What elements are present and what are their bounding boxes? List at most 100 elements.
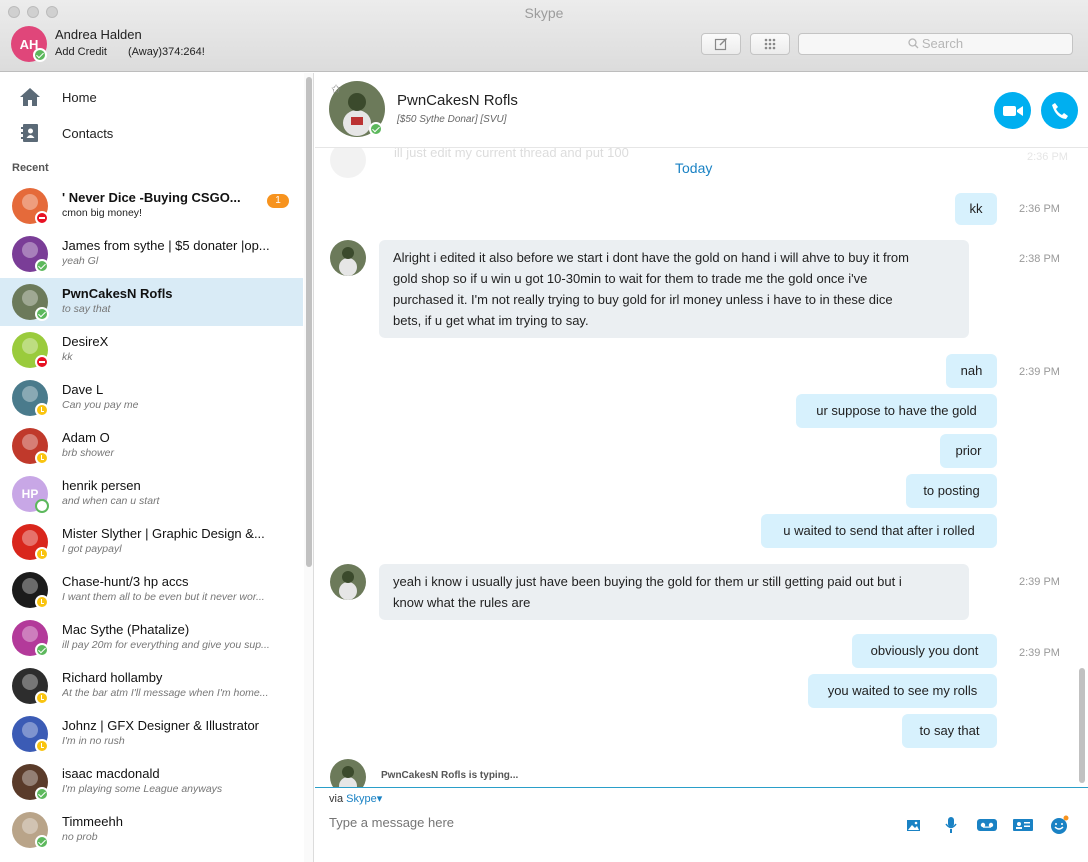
contact-list-item[interactable]: HP henrik persen and when can u start <box>0 470 303 518</box>
chevron-down-icon[interactable]: ▾ <box>377 793 383 805</box>
sent-message[interactable]: to posting <box>906 474 997 508</box>
sidebar-scrollbar[interactable] <box>304 73 313 862</box>
avatar-image <box>22 530 38 546</box>
contact-name: isaac macdonald <box>62 766 160 781</box>
contact-name: henrik persen <box>62 478 141 493</box>
contact-name: DesireX <box>62 334 109 349</box>
emoticons-button[interactable] <box>1048 814 1070 836</box>
avatar <box>330 148 366 178</box>
window-title: Skype <box>524 5 564 21</box>
sidebar-item-home[interactable]: Home <box>0 81 303 113</box>
contact-last-message: Can you pay me <box>62 399 139 411</box>
contact-last-message: to say that <box>62 303 111 315</box>
sender-avatar[interactable] <box>330 564 366 600</box>
contact-name: James from sythe | $5 donater |op... <box>62 238 270 253</box>
my-avatar[interactable]: AH <box>11 26 47 62</box>
favorite-star-icon[interactable]: ✩ <box>331 82 341 96</box>
contact-list-item[interactable]: Mac Sythe (Phatalize) ill pay 20m for eve… <box>0 614 303 662</box>
send-contacts-button[interactable] <box>1012 814 1034 836</box>
sidebar-item-contacts[interactable]: Contacts <box>0 117 303 149</box>
message-time: 2:39 PM <box>1019 576 1060 588</box>
contact-list-item[interactable]: Dave L Can you pay me <box>0 374 303 422</box>
contact-list-item[interactable]: ' Never Dice -Buying CSGO... cmon big mon… <box>0 182 303 230</box>
my-mood-message[interactable]: (Away)374:264! <box>128 46 205 58</box>
sent-message[interactable]: ur suppose to have the gold <box>796 394 997 428</box>
contact-name: Timmeehh <box>62 814 123 829</box>
recent-section-label: Recent <box>12 162 49 174</box>
avatar-image <box>22 674 38 690</box>
received-message[interactable]: yeah i know i usually just have been buy… <box>379 564 969 620</box>
message-line: gold shop so if u win u got 10-30min to … <box>393 271 868 286</box>
online-status-icon <box>35 259 49 273</box>
dial-pad-button[interactable] <box>750 33 790 55</box>
chat-scroll-thumb[interactable] <box>1079 668 1085 783</box>
contact-list-item[interactable]: Mister Slyther | Graphic Design &... I go… <box>0 518 303 566</box>
contact-name: Chase-hunt/3 hp accs <box>62 574 189 589</box>
sent-message[interactable]: u waited to send that after i rolled <box>761 514 997 548</box>
message-line: know what the rules are <box>393 595 531 610</box>
sidebar-scroll-thumb[interactable] <box>306 77 312 567</box>
contact-list-item[interactable]: Chase-hunt/3 hp accs I want them all to b… <box>0 566 303 614</box>
online-status-icon <box>35 307 49 321</box>
conversation-title[interactable]: PwnCakesN Rofls <box>397 92 518 109</box>
phone-icon <box>1051 102 1068 119</box>
sent-message[interactable]: kk <box>955 193 997 225</box>
image-share-icon <box>907 820 920 831</box>
send-via-selector[interactable]: via Skype▾ <box>329 792 382 805</box>
contact-name: Adam O <box>62 430 110 445</box>
message-time: 2:36 PM <box>1027 151 1068 163</box>
video-call-button[interactable] <box>994 92 1031 129</box>
contact-list-item[interactable]: Timmeehh no prob <box>0 806 303 854</box>
contact-name: PwnCakesN Rofls <box>62 286 173 301</box>
contact-list-item[interactable]: DesireX kk <box>0 326 303 374</box>
contact-list-item[interactable]: Adam O brb shower <box>0 422 303 470</box>
avatar-image <box>22 434 38 450</box>
contact-last-message: I want them all to be even but it never … <box>62 591 265 603</box>
away-status-icon <box>35 691 49 705</box>
add-credit-link[interactable]: Add Credit <box>55 46 107 58</box>
contact-name: ' Never Dice -Buying CSGO... <box>62 190 241 205</box>
avatar-image <box>22 386 38 402</box>
contact-list-item[interactable]: James from sythe | $5 donater |op... yeah… <box>0 230 303 278</box>
busy-status-icon <box>35 211 49 225</box>
via-skype-link[interactable]: Skype <box>346 793 377 805</box>
contact-list-item[interactable]: Johnz | GFX Designer & Illustrator I'm in… <box>0 710 303 758</box>
message-text: you waited to see my rolls <box>827 683 978 698</box>
voice-message-button[interactable] <box>940 814 962 836</box>
skype-window: Skype AH Andrea Halden Add Credit (Away)… <box>0 0 1088 862</box>
sent-message[interactable]: prior <box>940 434 997 468</box>
my-name[interactable]: Andrea Halden <box>55 27 142 42</box>
search-icon <box>908 38 919 49</box>
message-text: prior <box>955 443 982 458</box>
away-status-icon <box>35 547 49 561</box>
avatar-image <box>330 564 366 600</box>
message-text: ill just edit my current thread and put … <box>394 148 629 160</box>
new-conversation-button[interactable] <box>701 33 741 55</box>
contact-list-item[interactable]: PwnCakesN Rofls to say that <box>0 278 303 326</box>
message-time: 2:36 PM <box>1019 203 1060 215</box>
offline-status-icon <box>35 499 49 513</box>
avatar-image <box>22 338 38 354</box>
message-input[interactable] <box>329 815 889 830</box>
received-message[interactable]: Alright i edited it also before we start… <box>379 240 969 338</box>
chat-scrollbar[interactable] <box>1077 148 1087 788</box>
contact-name: Johnz | GFX Designer & Illustrator <box>62 718 260 733</box>
send-file-button[interactable] <box>903 814 925 836</box>
online-status-icon <box>369 122 383 136</box>
video-message-button[interactable] <box>976 814 998 836</box>
sent-message[interactable]: obviously you dont <box>852 634 997 668</box>
avatar-image <box>330 759 366 788</box>
sent-message[interactable]: nah <box>946 354 997 388</box>
online-status-icon <box>33 48 47 62</box>
sent-message[interactable]: to say that <box>902 714 997 748</box>
online-status-icon <box>35 643 49 657</box>
sent-message[interactable]: you waited to see my rolls <box>808 674 997 708</box>
sidebar-item-label: Home <box>62 89 97 105</box>
contact-last-message: I'm playing some League anyways <box>62 783 223 795</box>
audio-call-button[interactable] <box>1041 92 1078 129</box>
sender-avatar[interactable] <box>330 240 366 276</box>
message-text: u waited to send that after i rolled <box>783 523 975 538</box>
contact-list-item[interactable]: Richard hollamby At the bar atm I'll mess… <box>0 662 303 710</box>
search-field[interactable]: Search <box>798 33 1073 55</box>
contact-list-item[interactable]: isaac macdonald I'm playing some League a… <box>0 758 303 806</box>
